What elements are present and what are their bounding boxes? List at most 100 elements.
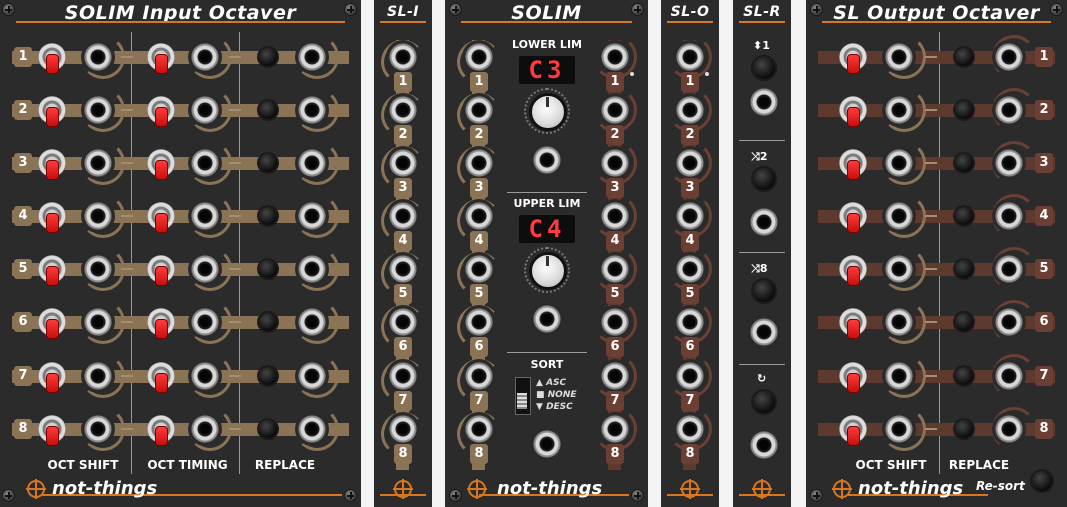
sl-i-input[interactable]	[386, 305, 420, 339]
replace-button[interactable]	[257, 99, 279, 121]
replace-button[interactable]	[953, 365, 975, 387]
sl-o-output[interactable]	[673, 412, 707, 446]
replace-button[interactable]	[257, 46, 279, 68]
oct-shift-toggle[interactable]	[38, 412, 66, 446]
solim-input-jack[interactable]	[462, 252, 496, 286]
sl-i-input[interactable]	[386, 359, 420, 393]
solim-output-jack[interactable]	[598, 305, 632, 339]
replace-button[interactable]	[953, 152, 975, 174]
sl-o-output[interactable]	[673, 359, 707, 393]
solim-input-jack[interactable]	[462, 146, 496, 180]
solim-output-jack[interactable]	[598, 40, 632, 74]
oct-timing-cv-input[interactable]	[188, 146, 222, 180]
sl-i-input[interactable]	[386, 93, 420, 127]
oct-timing-cv-input[interactable]	[188, 40, 222, 74]
oct-timing-toggle[interactable]	[147, 412, 175, 446]
oct-timing-cv-input[interactable]	[188, 359, 222, 393]
oct-shift-toggle[interactable]	[38, 93, 66, 127]
oct-shift-toggle[interactable]	[839, 146, 867, 180]
oct-shift-cv-input[interactable]	[882, 199, 916, 233]
lower-lim-cv-input[interactable]	[530, 143, 564, 177]
sort-switch[interactable]	[515, 377, 531, 415]
replace-cv-input[interactable]	[295, 93, 329, 127]
sl-o-output[interactable]	[673, 146, 707, 180]
oct-timing-cv-input[interactable]	[188, 412, 222, 446]
sl-i-input[interactable]	[386, 199, 420, 233]
shuffle-2-input[interactable]	[747, 205, 781, 239]
reset-button[interactable]	[751, 389, 777, 415]
oct-shift-toggle[interactable]	[839, 40, 867, 74]
replace-button[interactable]	[953, 205, 975, 227]
oct-shift-cv-input[interactable]	[81, 40, 115, 74]
replace-cv-input[interactable]	[992, 359, 1026, 393]
oct-shift-toggle[interactable]	[839, 359, 867, 393]
shuffle-2-button[interactable]	[751, 166, 777, 192]
oct-timing-cv-input[interactable]	[188, 93, 222, 127]
oct-shift-cv-input[interactable]	[882, 305, 916, 339]
resort-button[interactable]	[1030, 469, 1054, 493]
oct-shift-cv-input[interactable]	[882, 146, 916, 180]
oct-timing-toggle[interactable]	[147, 40, 175, 74]
oct-shift-toggle[interactable]	[839, 93, 867, 127]
solim-input-jack[interactable]	[462, 199, 496, 233]
replace-cv-input[interactable]	[295, 199, 329, 233]
solim-input-jack[interactable]	[462, 93, 496, 127]
replace-cv-input[interactable]	[992, 305, 1026, 339]
replace-button[interactable]	[953, 418, 975, 440]
replace-button[interactable]	[257, 311, 279, 333]
oct-shift-toggle[interactable]	[839, 252, 867, 286]
solim-output-jack[interactable]	[598, 146, 632, 180]
replace-button[interactable]	[257, 152, 279, 174]
sl-i-input[interactable]	[386, 40, 420, 74]
solim-input-jack[interactable]	[462, 359, 496, 393]
oct-shift-cv-input[interactable]	[882, 359, 916, 393]
oct-shift-cv-input[interactable]	[81, 199, 115, 233]
solim-output-jack[interactable]	[598, 199, 632, 233]
sort-trigger-button[interactable]	[751, 55, 777, 81]
replace-button[interactable]	[953, 311, 975, 333]
sl-o-output[interactable]	[673, 93, 707, 127]
oct-shift-toggle[interactable]	[38, 146, 66, 180]
solim-input-jack[interactable]	[462, 412, 496, 446]
oct-shift-cv-input[interactable]	[81, 359, 115, 393]
replace-button[interactable]	[257, 258, 279, 280]
oct-shift-cv-input[interactable]	[81, 412, 115, 446]
solim-input-jack[interactable]	[462, 305, 496, 339]
solim-input-jack[interactable]	[462, 40, 496, 74]
shuffle-8-input[interactable]	[747, 315, 781, 349]
oct-shift-cv-input[interactable]	[882, 93, 916, 127]
oct-shift-toggle[interactable]	[839, 305, 867, 339]
reset-input[interactable]	[747, 428, 781, 462]
sl-o-output[interactable]	[673, 305, 707, 339]
oct-shift-toggle[interactable]	[38, 359, 66, 393]
replace-cv-input[interactable]	[295, 146, 329, 180]
oct-shift-cv-input[interactable]	[882, 252, 916, 286]
replace-cv-input[interactable]	[992, 199, 1026, 233]
sl-o-output[interactable]	[673, 199, 707, 233]
oct-timing-cv-input[interactable]	[188, 305, 222, 339]
replace-cv-input[interactable]	[992, 412, 1026, 446]
sl-o-output[interactable]	[673, 252, 707, 286]
replace-cv-input[interactable]	[295, 359, 329, 393]
oct-shift-cv-input[interactable]	[882, 40, 916, 74]
replace-button[interactable]	[257, 365, 279, 387]
shuffle-8-button[interactable]	[751, 278, 777, 304]
oct-timing-toggle[interactable]	[147, 146, 175, 180]
oct-shift-cv-input[interactable]	[81, 305, 115, 339]
oct-timing-cv-input[interactable]	[188, 199, 222, 233]
oct-shift-toggle[interactable]	[839, 412, 867, 446]
upper-lim-knob[interactable]	[529, 252, 567, 290]
oct-timing-toggle[interactable]	[147, 252, 175, 286]
sl-i-input[interactable]	[386, 412, 420, 446]
replace-button[interactable]	[953, 258, 975, 280]
replace-button[interactable]	[953, 99, 975, 121]
sl-i-input[interactable]	[386, 146, 420, 180]
lower-lim-knob[interactable]	[529, 93, 567, 131]
replace-cv-input[interactable]	[992, 252, 1026, 286]
replace-cv-input[interactable]	[992, 40, 1026, 74]
solim-output-jack[interactable]	[598, 252, 632, 286]
solim-output-jack[interactable]	[598, 93, 632, 127]
oct-shift-toggle[interactable]	[38, 199, 66, 233]
solim-output-jack[interactable]	[598, 359, 632, 393]
oct-timing-toggle[interactable]	[147, 305, 175, 339]
